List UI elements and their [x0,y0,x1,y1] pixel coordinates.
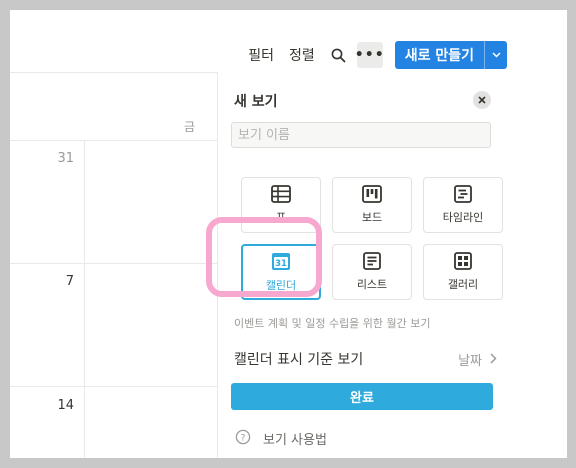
view-option-label: 갤러리 [447,278,479,291]
view-option-table[interactable]: 표 [241,177,321,233]
day-column-divider [84,140,85,458]
new-button-group: 새로 만들기 [394,41,507,69]
view-name-input[interactable] [231,122,491,148]
weekday-header-friday: 금 [184,120,196,134]
chevron-down-icon [491,52,501,58]
more-options-button[interactable]: ••• [354,42,385,68]
week-divider [10,263,217,264]
calendar-date[interactable]: 7 [10,274,74,289]
new-view-panel: 새 보기 표 [206,72,508,458]
week-divider [10,140,217,141]
svg-text:?: ? [241,433,246,443]
calendar-view: 금 31 7 14 [10,72,507,458]
sort-button[interactable]: 정렬 [289,45,315,65]
calendar-icon: 31 [272,253,290,270]
calendar-basis-value[interactable]: 날짜 [458,350,482,369]
week-divider [10,386,217,387]
calendar-icon-text: 31 [275,259,287,269]
more-icon: ••• [354,47,385,63]
view-option-timeline[interactable]: 타임라인 [423,177,503,233]
calendar-basis-label[interactable]: 캘린더 표시 기준 보기 [234,349,363,369]
board-icon [362,185,382,203]
view-toolbar: 필터 정렬 ••• 새로 만들기 [248,40,507,70]
view-option-label: 리스트 [356,278,388,291]
view-option-label: 보드 [361,211,383,224]
calendar-date[interactable]: 14 [10,398,74,413]
app-canvas: 필터 정렬 ••• 새로 만들기 금 31 7 14 새 보기 보기 이름 표 … [10,10,567,458]
filter-button[interactable]: 필터 [248,45,274,65]
calendar-date[interactable]: 31 [10,151,74,166]
view-option-calendar[interactable]: 31 캘린더 [241,244,321,300]
view-description: 이벤트 계획 및 일정 수립을 위한 월간 보기 [234,317,431,330]
view-option-list[interactable]: 리스트 [332,244,412,300]
close-button[interactable] [473,91,491,109]
gallery-icon [454,252,472,270]
close-icon [478,96,486,104]
panel-title: 새 보기 [234,94,278,110]
search-icon[interactable] [330,46,348,64]
view-option-board[interactable]: 보드 [332,177,412,233]
screenshot-frame: 필터 정렬 ••• 새로 만들기 금 31 7 14 새 보기 보기 이름 표 … [0,0,576,468]
timeline-icon [454,185,472,203]
help-icon[interactable]: ? [235,429,251,445]
chevron-right-icon[interactable] [486,350,500,366]
new-button-dropdown[interactable] [484,41,507,69]
new-button[interactable]: 새로 만들기 [395,41,484,69]
list-icon [363,252,381,270]
help-link[interactable]: 보기 사용법 [263,429,327,448]
done-button[interactable]: 완료 [231,383,493,410]
view-option-label: 표 [275,211,287,224]
view-option-label: 캘린더 [265,279,297,292]
view-option-label: 타임라인 [442,211,484,224]
view-option-gallery[interactable]: 갤러리 [423,244,503,300]
table-icon [271,185,291,203]
